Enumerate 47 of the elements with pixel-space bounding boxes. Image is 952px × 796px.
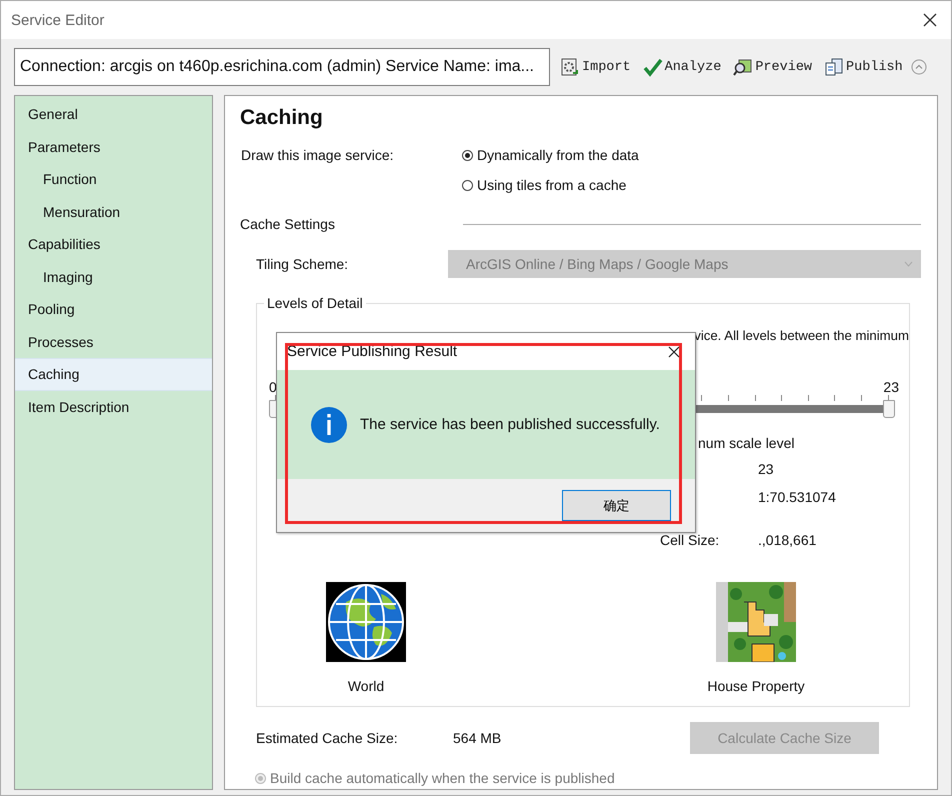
sidebar-item[interactable]: Caching bbox=[15, 358, 212, 390]
toolbar-button[interactable]: Publish bbox=[820, 55, 907, 79]
toolbar-button[interactable]: Analyze bbox=[638, 55, 726, 79]
example-label: World bbox=[348, 678, 384, 694]
check-icon bbox=[642, 57, 663, 77]
caret-icon bbox=[904, 261, 913, 267]
tiling-label: Tiling Scheme: bbox=[256, 256, 350, 272]
connection-field[interactable]: Connection: arcgis on t460p.esrichina.com (admin) Service Name: ima... bbox=[14, 48, 550, 86]
sidebar-item[interactable]: Pooling bbox=[15, 293, 212, 326]
column-heading: num scale level bbox=[698, 435, 794, 451]
sidebar-item[interactable]: Capabilities bbox=[15, 228, 212, 260]
sidebar-item[interactable]: General bbox=[15, 98, 212, 130]
document-stack-icon bbox=[824, 57, 844, 77]
cell-size-value: .,018,661 bbox=[758, 532, 816, 548]
example-label: House Property bbox=[707, 678, 805, 694]
ok-button[interactable]: 确定 bbox=[562, 490, 671, 521]
section-label: Cache Settings bbox=[240, 216, 336, 232]
radio-option[interactable]: Dynamically from the data bbox=[462, 147, 639, 163]
close-icon[interactable] bbox=[668, 346, 680, 358]
gear-document-icon bbox=[560, 57, 580, 77]
dialog-title: Service Publishing Result bbox=[287, 343, 458, 360]
radio-option[interactable]: Using tiles from a cache bbox=[462, 177, 639, 193]
draw-label: Draw this image service: bbox=[241, 147, 394, 165]
slider-min-label: 0 bbox=[269, 379, 277, 395]
slider-max-label: 23 bbox=[883, 379, 899, 395]
estimate-value: 564 MB bbox=[453, 730, 502, 746]
toolbar-button[interactable]: Preview bbox=[729, 55, 816, 79]
close-icon[interactable] bbox=[923, 13, 937, 27]
magnifier-map-icon bbox=[733, 57, 754, 77]
toolbar-button[interactable]: Import bbox=[556, 55, 635, 79]
slider-thumb[interactable] bbox=[883, 400, 895, 418]
group-title: Levels of Detail bbox=[264, 295, 366, 311]
scale-value: 1:70.531074 bbox=[758, 489, 836, 505]
info-icon bbox=[310, 406, 348, 444]
level-value: 23 bbox=[758, 461, 774, 477]
sidebar-item[interactable]: Processes bbox=[15, 326, 212, 358]
dialog-message: The service has been published successfully. bbox=[360, 416, 660, 433]
estimate-label: Estimated Cache Size: bbox=[256, 730, 399, 746]
cell-size-label: Cell Size: bbox=[660, 532, 720, 548]
collapse-icon[interactable] bbox=[910, 59, 927, 75]
sidebar-item[interactable]: Item Description bbox=[15, 390, 212, 423]
sidebar-item[interactable]: Parameters bbox=[15, 130, 212, 163]
sidebar-item[interactable]: Imaging bbox=[15, 260, 212, 293]
panel-title: Caching bbox=[240, 105, 324, 131]
window-title: Service Editor bbox=[11, 12, 104, 28]
sidebar-item[interactable]: Mensuration bbox=[15, 196, 212, 228]
sidebar-item[interactable]: Function bbox=[15, 163, 212, 196]
